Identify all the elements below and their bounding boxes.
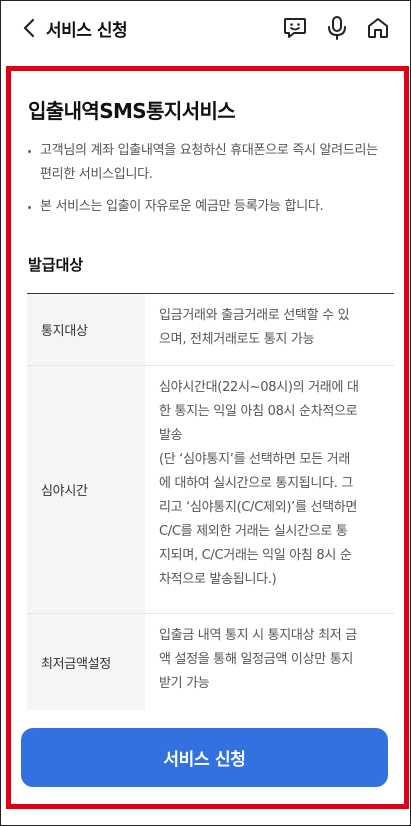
microphone-icon: [328, 16, 346, 40]
table-row-label: 통지대상: [27, 294, 145, 365]
page-header-title: 서비스 신청: [46, 21, 128, 41]
table-row: 통지대상 입금거래와 출금거래로 선택할 수 있 으며, 전체거래로도 통지 가…: [27, 294, 394, 366]
voice-button[interactable]: [323, 14, 351, 42]
chat-button[interactable]: [281, 14, 309, 42]
home-button[interactable]: [364, 14, 392, 42]
table-row-label: 심야시간: [27, 366, 145, 613]
highlight-region: 입출내역SMS통지서비스 고객님의 계좌 입출내역을 요청하신 휴대폰으로 즉시…: [6, 66, 409, 809]
back-button[interactable]: [18, 16, 40, 40]
app-header: 서비스 신청: [0, 0, 411, 56]
table-row-value: 입출금 내역 통지 시 통지대상 최저 금 액 설정을 통해 일정금액 이상만 …: [159, 628, 357, 691]
table-row-value: 입금거래와 출금거래로 선택할 수 있 으며, 전체거래로도 통지 가능: [159, 308, 350, 347]
table-row: 심야시간 심야시간대(22시~08시)의 거래에 대 한 통지는 익일 아침 0…: [27, 366, 394, 614]
back-arrow-icon: [23, 18, 35, 38]
description-item: 본 서비스는 입출이 자유로운 예금만 등록가능 합니다.: [26, 195, 392, 219]
table-row: 최저금액설정 입출금 내역 통지 시 통지대상 최저 금 액 설정을 통해 일정…: [27, 614, 394, 710]
chat-icon: [284, 18, 306, 38]
apply-service-button[interactable]: 서비스 신청: [21, 728, 388, 787]
table-row-label: 최저금액설정: [27, 614, 145, 710]
description-list: 고객님의 계좌 입출내역을 요청하신 휴대폰으로 즉시 알려드리는 편리한 서비…: [26, 139, 392, 227]
info-table: 통지대상 입금거래와 출금거래로 선택할 수 있 으며, 전체거래로도 통지 가…: [27, 293, 394, 710]
service-title: 입출내역SMS통지서비스: [28, 99, 236, 123]
table-row-value: 심야시간대(22시~08시)의 거래에 대 한 통지는 익일 아침 08시 순차…: [159, 380, 359, 587]
home-icon: [368, 18, 388, 38]
section-title: 발급대상: [28, 256, 84, 274]
description-item: 고객님의 계좌 입출내역을 요청하신 휴대폰으로 즉시 알려드리는 편리한 서비…: [26, 139, 392, 187]
